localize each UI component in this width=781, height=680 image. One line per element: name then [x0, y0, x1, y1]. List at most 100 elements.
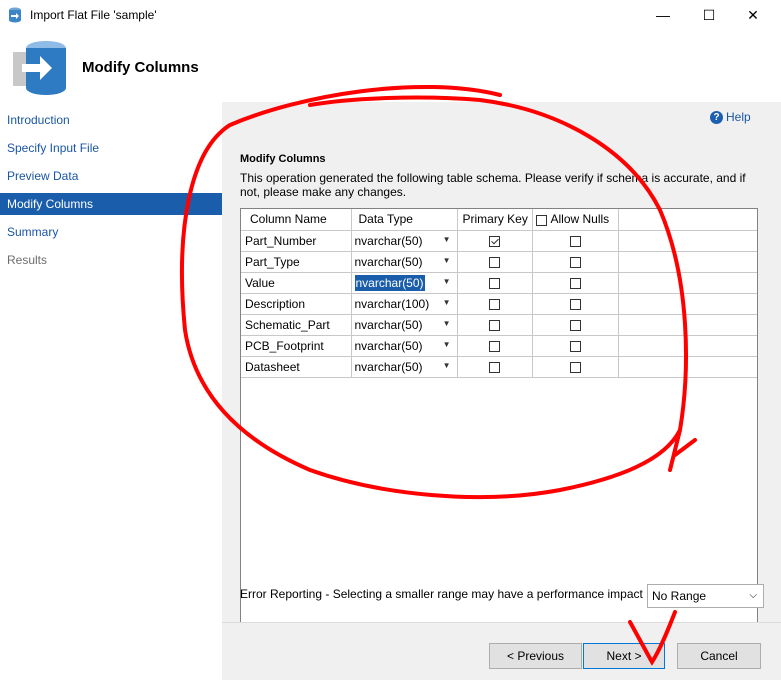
main-content: ? Help Modify Columns This operation gen… [222, 102, 781, 679]
wizard-sidebar: Introduction Specify Input File Preview … [0, 102, 222, 679]
nav-item-preview-data[interactable]: Preview Data [0, 165, 222, 187]
minimize-icon: — [656, 7, 670, 23]
nav-item-results: Results [7, 253, 48, 267]
allow-nulls-cell [532, 251, 619, 273]
close-button[interactable]: ✕ [730, 0, 776, 30]
nav-item-summary[interactable]: Summary [0, 221, 222, 243]
nav-item-modify-columns[interactable]: Modify Columns [0, 193, 222, 215]
data-type-value: nvarchar(50) [354, 254, 423, 269]
column-name-text: PCB_Footprint [245, 338, 324, 353]
row-spacer [618, 314, 757, 336]
allow-nulls-cell [532, 335, 619, 357]
table-row[interactable]: Part_Type nvarchar(50) ▼ [241, 251, 757, 273]
allow-nulls-checkbox[interactable] [569, 298, 581, 310]
column-name-cell[interactable]: Part_Number [241, 230, 352, 252]
column-name-text: Part_Type [245, 254, 300, 269]
error-range-value: No Range [652, 589, 707, 603]
row-spacer [618, 272, 757, 294]
allow-nulls-all-checkbox[interactable] [535, 214, 547, 226]
column-name-cell[interactable]: Schematic_Part [241, 314, 352, 336]
data-type-value: nvarchar(50) [354, 338, 423, 353]
data-type-dropdown[interactable]: nvarchar(50) ▼ [351, 230, 458, 252]
primary-key-cell [457, 314, 533, 336]
header-data-type: Data Type [351, 209, 458, 231]
app-icon [9, 7, 21, 23]
data-type-value: nvarchar(50) [354, 317, 423, 332]
allow-nulls-checkbox[interactable] [569, 277, 581, 289]
wizard-footer: < Previous Next > Cancel [222, 622, 781, 680]
column-name-text: Value [245, 275, 275, 290]
data-type-value: nvarchar(50) [354, 233, 423, 248]
allow-nulls-checkbox[interactable] [569, 340, 581, 352]
window-title: Import Flat File 'sample' [30, 8, 157, 22]
primary-key-checkbox[interactable] [489, 340, 500, 352]
data-type-dropdown[interactable]: nvarchar(50) ▼ [351, 314, 458, 336]
table-row[interactable]: Datasheet nvarchar(50) ▼ [241, 356, 757, 378]
row-spacer [618, 251, 757, 273]
cancel-button[interactable]: Cancel [677, 643, 761, 669]
allow-nulls-checkbox[interactable] [569, 235, 581, 247]
dropdown-arrow-icon[interactable]: ▼ [443, 361, 451, 370]
dropdown-arrow-icon[interactable]: ▼ [443, 340, 451, 349]
column-name-text: Schematic_Part [245, 317, 330, 332]
data-type-dropdown[interactable]: nvarchar(50) ▼ [351, 251, 458, 273]
database-import-icon [13, 41, 66, 95]
primary-key-checkbox[interactable] [489, 361, 500, 373]
table-row[interactable]: Schematic_Part nvarchar(50) ▼ [241, 314, 757, 336]
help-icon: ? [710, 110, 723, 124]
dropdown-arrow-icon[interactable]: ▼ [443, 235, 451, 244]
maximize-button[interactable]: ☐ [686, 0, 732, 30]
table-row[interactable]: Part_Number nvarchar(50) ▼ [241, 230, 757, 252]
chevron-down-icon: ⌵ [749, 590, 757, 601]
header-column-name: Column Name [241, 209, 352, 231]
primary-key-checkbox[interactable] [489, 256, 500, 268]
error-reporting-label: Error Reporting - Selecting a smaller ra… [240, 587, 643, 601]
allow-nulls-cell [532, 293, 619, 315]
data-type-dropdown[interactable]: nvarchar(50) ▼ [351, 335, 458, 357]
primary-key-cell [457, 293, 533, 315]
data-type-value: nvarchar(50) [354, 274, 425, 291]
data-type-dropdown[interactable]: nvarchar(100) ▼ [351, 293, 458, 315]
column-name-cell[interactable]: Datasheet [241, 356, 352, 378]
primary-key-cell [457, 356, 533, 378]
nav-item-introduction[interactable]: Introduction [0, 109, 222, 131]
row-spacer [618, 293, 757, 315]
primary-key-checkbox[interactable] [489, 235, 500, 247]
column-name-cell[interactable]: Description [241, 293, 352, 315]
dropdown-arrow-icon[interactable]: ▼ [443, 298, 451, 307]
data-type-dropdown[interactable]: nvarchar(50) ▼ [351, 272, 458, 294]
column-name-text: Description [245, 296, 306, 311]
error-range-select[interactable]: No Range ⌵ [647, 584, 764, 608]
allow-nulls-checkbox[interactable] [569, 256, 581, 268]
next-button[interactable]: Next > [583, 643, 665, 669]
title-bar: Import Flat File 'sample' — ☐ ✕ [0, 0, 781, 30]
dropdown-arrow-icon[interactable]: ▼ [443, 319, 451, 328]
header-primary-key: Primary Key [457, 209, 533, 231]
nav-item-specify-input-file[interactable]: Specify Input File [0, 137, 222, 159]
allow-nulls-cell [532, 356, 619, 378]
close-icon: ✕ [747, 6, 759, 23]
help-label: Help [726, 110, 751, 124]
primary-key-checkbox[interactable] [489, 277, 500, 289]
dropdown-arrow-icon[interactable]: ▼ [443, 277, 451, 286]
column-name-cell[interactable]: Part_Type [241, 251, 352, 273]
column-name-cell[interactable]: Value [241, 272, 352, 294]
allow-nulls-checkbox[interactable] [569, 319, 581, 331]
table-row[interactable]: PCB_Footprint nvarchar(50) ▼ [241, 335, 757, 357]
primary-key-cell [457, 230, 533, 252]
minimize-button[interactable]: — [640, 0, 686, 30]
wizard-header: Modify Columns [0, 30, 781, 103]
allow-nulls-checkbox[interactable] [569, 361, 581, 373]
primary-key-checkbox[interactable] [489, 319, 500, 331]
data-type-value: nvarchar(50) [354, 359, 423, 374]
previous-button[interactable]: < Previous [489, 643, 582, 669]
table-row[interactable]: Value nvarchar(50) ▼ [241, 272, 757, 294]
help-link[interactable]: ? Help [710, 110, 751, 124]
header-allow-nulls: Allow Nulls [532, 209, 619, 231]
dropdown-arrow-icon[interactable]: ▼ [443, 256, 451, 265]
table-row[interactable]: Description nvarchar(100) ▼ [241, 293, 757, 315]
primary-key-checkbox[interactable] [489, 298, 500, 310]
data-type-dropdown[interactable]: nvarchar(50) ▼ [351, 356, 458, 378]
column-name-cell[interactable]: PCB_Footprint [241, 335, 352, 357]
allow-nulls-cell [532, 230, 619, 252]
